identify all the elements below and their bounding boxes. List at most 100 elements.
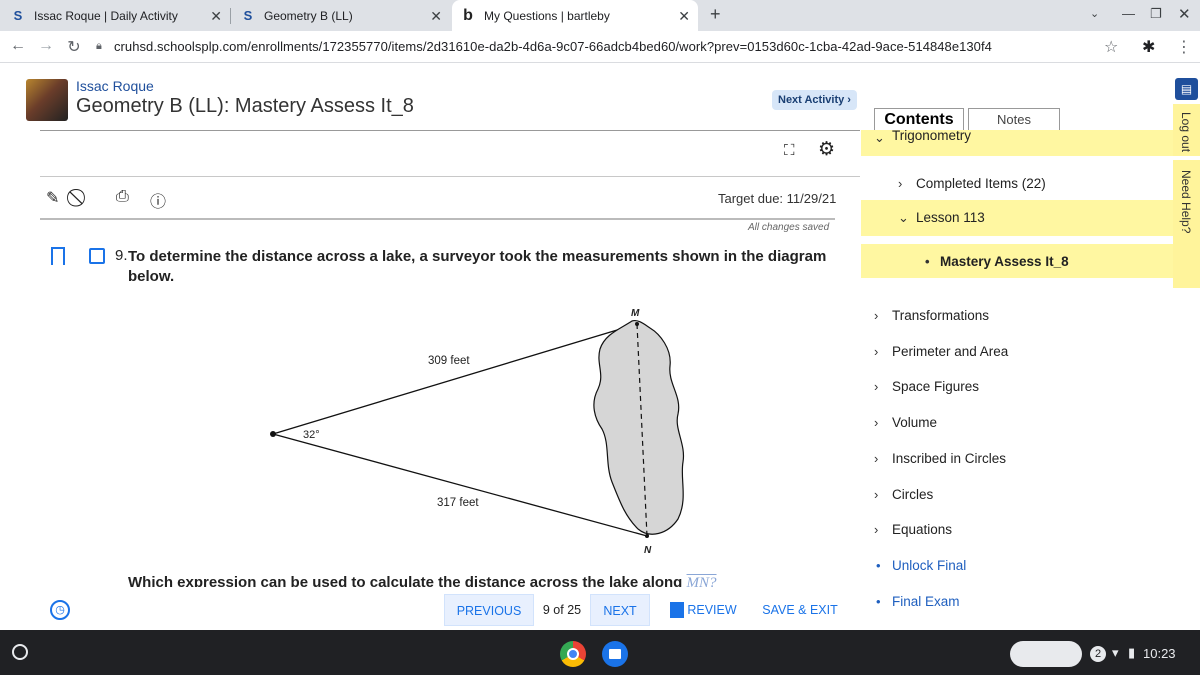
fullscreen-icon[interactable]: ⛶ <box>784 142 795 159</box>
angle-label: 32° <box>303 429 320 441</box>
pencil-icon[interactable]: ✎ <box>46 188 59 208</box>
sidebar-item-label: Volume <box>892 415 938 430</box>
reload-icon[interactable]: ↻ <box>64 37 84 57</box>
files-icon[interactable] <box>602 641 628 667</box>
wifi-icon: ▾ <box>1112 645 1119 660</box>
bookbag-icon[interactable]: ▤ <box>1175 78 1198 100</box>
next-button[interactable]: NEXT <box>590 594 650 626</box>
tab-geometry[interactable]: S Geometry B (LL) ✕ <box>232 0 450 31</box>
notification-badge: 2 <box>1090 646 1106 662</box>
log-out-button[interactable]: Log out <box>1173 104 1200 156</box>
sidebar-item-label: Unlock Final <box>892 558 967 573</box>
forward-icon[interactable]: → <box>36 37 56 55</box>
sidebar-item-mastery[interactable]: • Mastery Assess It_8 <box>861 244 1173 278</box>
battery-icon: ▮ <box>1128 645 1136 660</box>
bullet-icon: • <box>876 558 881 573</box>
sidebar-item-inscribed[interactable]: › Inscribed in Circles <box>861 441 1173 477</box>
sidebar-item-label: Final Exam <box>892 594 960 609</box>
tab-label: Geometry B (LL) <box>264 8 353 23</box>
note-icon[interactable] <box>89 248 105 264</box>
sidebar-item-perimeter[interactable]: › Perimeter and Area <box>861 334 1173 370</box>
close-tab-icon[interactable]: ✕ <box>678 8 690 25</box>
status-tray[interactable]: 2 ▾ ▮ 10:23 <box>1086 640 1188 668</box>
sidebar-item-lesson-113[interactable]: ⌄ Lesson 113 <box>861 200 1173 236</box>
label-m: M <box>631 308 640 319</box>
info-icon[interactable]: ⓘ <box>150 188 166 212</box>
close-tab-icon[interactable]: ✕ <box>430 8 442 25</box>
previous-button[interactable]: PREVIOUS <box>444 594 534 626</box>
s-icon: S <box>243 7 253 23</box>
chrome-icon[interactable] <box>560 641 586 667</box>
student-name[interactable]: Issac Roque <box>76 78 154 94</box>
clock-time: 10:23 <box>1143 646 1176 661</box>
tab-daily-activity[interactable]: S Issac Roque | Daily Activity ✕ <box>10 0 230 31</box>
contents-sidebar: Contents Notes ⌄ Trigonometry › Complete… <box>861 104 1173 630</box>
url-field[interactable]: cruhsd.schoolsplp.com/enrollments/172355… <box>114 39 992 54</box>
clock-icon[interactable]: ◷ <box>50 600 70 620</box>
point-m <box>635 322 639 326</box>
followup-math: MN? <box>686 575 717 587</box>
tab-contents[interactable]: Contents <box>874 108 964 132</box>
review-button[interactable]: REVIEW <box>686 594 738 626</box>
avatar <box>26 79 68 121</box>
bullet-icon: • <box>876 594 881 609</box>
bookmark-icon[interactable] <box>51 247 65 265</box>
question-text: To determine the distance across a lake,… <box>128 248 827 285</box>
sidebar-item-label: Equations <box>892 522 953 537</box>
right-tool-strip: ▤ Log out Need Help? <box>1173 64 1200 630</box>
sidebar-item-label: Lesson 113 <box>916 210 985 225</box>
close-tab-icon[interactable]: ✕ <box>210 8 222 25</box>
next-activity-button[interactable]: Next Activity › <box>772 90 857 110</box>
b-icon: b <box>463 6 473 24</box>
review-flag-icon[interactable] <box>670 602 684 618</box>
extension-icon[interactable]: ✱ <box>1142 37 1155 57</box>
need-help-button[interactable]: Need Help? <box>1173 160 1200 288</box>
target-due: Target due: 11/29/21 <box>718 191 837 206</box>
bookmark-star-icon[interactable]: ☆ <box>1104 37 1118 57</box>
sidebar-item-space-figures[interactable]: › Space Figures <box>861 369 1173 405</box>
sidebar-item-equations[interactable]: › Equations <box>861 512 1173 548</box>
sidebar-item-label: Mastery Assess It_8 <box>940 254 1069 269</box>
minimize-icon[interactable]: — <box>1122 6 1135 21</box>
chevron-right-icon: › <box>874 415 879 430</box>
question-nav-bar: ◷ PREVIOUS 9 of 25 NEXT REVIEW SAVE & EX… <box>0 594 860 630</box>
label-317: 317 feet <box>437 497 479 509</box>
tab-bartleby[interactable]: b My Questions | bartleby ✕ <box>452 0 698 31</box>
chevron-right-icon: › <box>874 379 879 394</box>
sidebar-item-completed[interactable]: › Completed Items (22) <box>861 166 1173 202</box>
print-icon[interactable]: ⎙ <box>116 188 129 206</box>
followup-text: Which expression can be used to calculat… <box>128 574 683 587</box>
tab-search-icon[interactable]: ⌄ <box>1090 7 1099 20</box>
log-out-label: Log out <box>1179 112 1193 153</box>
save-exit-button[interactable]: SAVE & EXIT <box>758 594 842 626</box>
sidebar-item-circles[interactable]: › Circles <box>861 477 1173 513</box>
chevron-right-icon: › <box>874 487 879 502</box>
new-tab-icon[interactable]: + <box>710 4 721 25</box>
bullet-icon: • <box>925 254 930 269</box>
gear-icon[interactable]: ⚙ <box>818 138 835 161</box>
sidebar-item-trigonometry[interactable]: ⌄ Trigonometry <box>861 130 1173 156</box>
sidebar-item-label: Space Figures <box>892 379 980 394</box>
browser-tab-strip: S Issac Roque | Daily Activity ✕ S Geome… <box>0 0 1200 31</box>
lake-diagram: 309 feet 317 feet 32° M N <box>270 308 685 556</box>
sidebar-item-transformations[interactable]: › Transformations <box>861 298 1173 334</box>
sidebar-item-unlock-final[interactable]: • Unlock Final <box>861 548 1173 584</box>
launcher-icon[interactable] <box>12 644 28 660</box>
restore-icon[interactable]: ❐ <box>1150 6 1162 22</box>
tab-notes[interactable]: Notes <box>968 108 1060 132</box>
sidebar-item-final-exam[interactable]: • Final Exam <box>861 584 1173 620</box>
address-bar-row: ← → ↻ 🔒︎ cruhsd.schoolsplp.com/enrollmen… <box>0 31 1200 63</box>
chevron-right-icon: › <box>874 308 879 323</box>
back-icon[interactable]: ← <box>8 37 28 55</box>
need-help-label: Need Help? <box>1179 170 1193 234</box>
lock-icon: 🔒︎ <box>96 40 102 52</box>
sidebar-item-label: Circles <box>892 487 934 502</box>
menu-kebab-icon[interactable]: ⋮ <box>1176 37 1192 57</box>
sidebar-item-volume[interactable]: › Volume <box>861 405 1173 441</box>
chevron-down-icon: ⌄ <box>874 130 885 145</box>
tote-icon[interactable] <box>1010 641 1082 667</box>
close-window-icon[interactable]: ✕ <box>1178 5 1191 23</box>
line-317 <box>272 433 648 537</box>
page-title: Geometry B (LL): Mastery Assess It_8 <box>76 95 414 117</box>
question-followup: Which expression can be used to calculat… <box>128 574 717 587</box>
